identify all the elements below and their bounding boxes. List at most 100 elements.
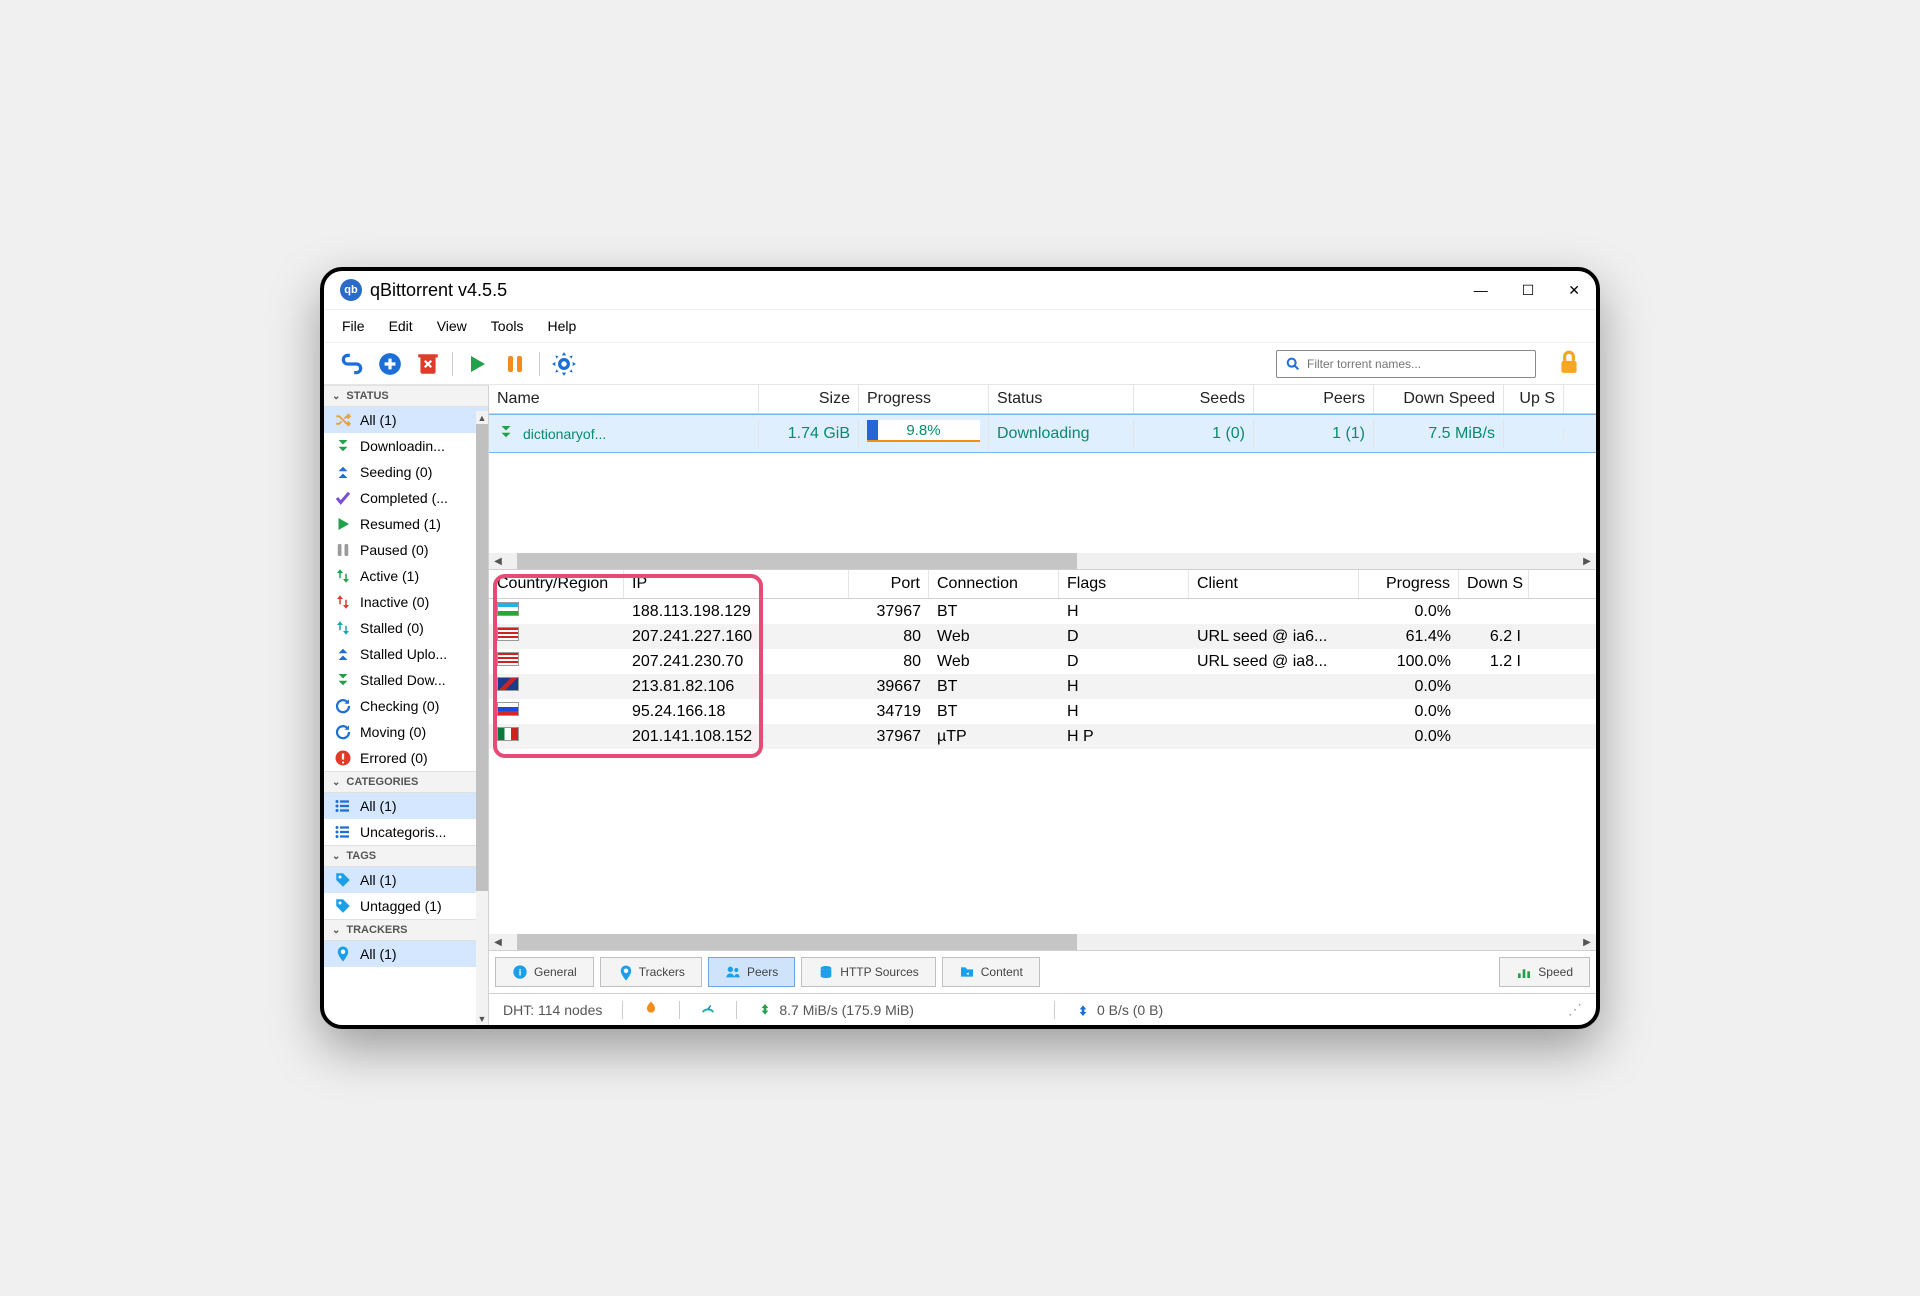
torrents-header[interactable]: NameSizeProgressStatusSeedsPeersDown Spe… <box>489 385 1596 414</box>
sidebar-item[interactable]: Stalled Dow... <box>324 667 488 693</box>
sidebar-item[interactable]: Checking (0) <box>324 693 488 719</box>
peers-hscroll[interactable]: ◀▶ <box>489 934 1596 950</box>
sidebar-item[interactable]: Inactive (0) <box>324 589 488 615</box>
tab-general[interactable]: iGeneral <box>495 957 594 987</box>
sidebar-scrollbar[interactable]: ▲▼ <box>476 411 488 1025</box>
speed-limit-icon[interactable] <box>700 1000 716 1019</box>
detail-tabs: iGeneralTrackersPeersHTTP SourcesContent… <box>489 950 1596 993</box>
menu-file[interactable]: File <box>342 318 365 334</box>
sidebar: ⌄ STATUS All (1) Downloadin...Seeding (0) C… <box>324 385 489 1025</box>
col-header[interactable]: Progress <box>859 385 989 413</box>
add-link-button[interactable] <box>338 350 366 378</box>
tab-speed[interactable]: Speed <box>1499 957 1590 987</box>
col-header[interactable]: Seeds <box>1134 385 1254 413</box>
col-header[interactable]: Size <box>759 385 859 413</box>
section-header-categories[interactable]: ⌄ CATEGORIES <box>324 771 488 793</box>
col-header[interactable]: Flags <box>1059 570 1189 598</box>
play-icon <box>334 515 352 533</box>
resize-grip-icon[interactable]: ⋰ <box>1568 1001 1582 1018</box>
search-box[interactable] <box>1276 350 1536 378</box>
col-header[interactable]: IP <box>624 570 849 598</box>
sidebar-item[interactable]: Untagged (1) <box>324 893 488 919</box>
down-speed-status: 8.7 MiB/s (175.9 MiB) <box>757 1002 914 1018</box>
sidebar-item-label: All (1) <box>360 412 397 428</box>
sidebar-item[interactable]: All (1) <box>324 867 488 893</box>
col-header[interactable]: Client <box>1189 570 1359 598</box>
peer-row[interactable]: 201.141.108.152 37967 µTP H P 0.0% <box>489 724 1596 749</box>
close-button[interactable]: ✕ <box>1568 282 1580 299</box>
statusbar: DHT: 114 nodes 8.7 MiB/s (175.9 MiB) 0 B… <box>489 993 1596 1025</box>
minimize-button[interactable]: — <box>1474 282 1488 299</box>
sidebar-item[interactable]: Completed (... <box>324 485 488 511</box>
menu-edit[interactable]: Edit <box>389 318 413 334</box>
menu-help[interactable]: Help <box>547 318 576 334</box>
tab-peers[interactable]: Peers <box>708 957 795 987</box>
app-window: qb qBittorrent v4.5.5 — ☐ ✕ File Edit View… <box>320 267 1600 1029</box>
sidebar-item[interactable]: Errored (0) <box>324 745 488 771</box>
sidebar-item[interactable]: All (1) <box>324 407 488 433</box>
updown-icon <box>334 567 352 585</box>
section-header-trackers[interactable]: ⌄ TRACKERS <box>324 919 488 941</box>
col-header[interactable]: Status <box>989 385 1134 413</box>
sidebar-item[interactable]: Downloadin... <box>324 433 488 459</box>
sidebar-item-label: Active (1) <box>360 568 419 584</box>
sidebar-item[interactable]: Active (1) <box>324 563 488 589</box>
settings-button[interactable] <box>550 350 578 378</box>
titlebar: qb qBittorrent v4.5.5 — ☐ ✕ <box>324 271 1596 310</box>
peer-row[interactable]: 207.241.227.160 80 Web D URL seed @ ia6.… <box>489 624 1596 649</box>
peer-row[interactable]: 95.24.166.18 34719 BT H 0.0% <box>489 699 1596 724</box>
sidebar-item-label: Checking (0) <box>360 698 439 714</box>
tab-trackers[interactable]: Trackers <box>600 957 702 987</box>
search-icon <box>1285 356 1301 372</box>
sidebar-item[interactable]: Stalled Uplo... <box>324 641 488 667</box>
sidebar-item[interactable]: Paused (0) <box>324 537 488 563</box>
sidebar-item-label: Completed (... <box>360 490 448 506</box>
sidebar-item[interactable]: All (1) <box>324 793 488 819</box>
sidebar-item-label: Paused (0) <box>360 542 428 558</box>
flag-mx-icon <box>497 727 519 741</box>
section-header-status[interactable]: ⌄ STATUS <box>324 385 488 407</box>
resume-button[interactable] <box>463 350 491 378</box>
sidebar-item[interactable]: All (1) <box>324 941 488 967</box>
menu-view[interactable]: View <box>437 318 467 334</box>
torrent-row[interactable]: dictionaryof... 1.74 GiB 9.8% Downloadin… <box>489 414 1596 453</box>
sidebar-item[interactable]: Resumed (1) <box>324 511 488 537</box>
sidebar-item-label: Stalled (0) <box>360 620 424 636</box>
bars-icon <box>1516 964 1532 980</box>
col-header[interactable]: Up S <box>1504 385 1564 413</box>
sidebar-item-label: Resumed (1) <box>360 516 441 532</box>
sidebar-item[interactable]: Stalled (0) <box>324 615 488 641</box>
col-header[interactable]: Progress <box>1359 570 1459 598</box>
torrents-hscroll[interactable]: ◀▶ <box>489 553 1596 569</box>
sidebar-item-label: Uncategoris... <box>360 824 446 840</box>
svg-text:i: i <box>519 967 522 977</box>
down2-icon <box>334 437 352 455</box>
search-input[interactable] <box>1307 357 1527 371</box>
toolbar <box>324 342 1596 385</box>
lock-button[interactable] <box>1556 349 1582 378</box>
col-header[interactable]: Peers <box>1254 385 1374 413</box>
peer-row[interactable]: 213.81.82.106 39667 BT H 0.0% <box>489 674 1596 699</box>
sidebar-item[interactable]: Moving (0) <box>324 719 488 745</box>
peer-row[interactable]: 188.113.198.129 37967 BT H 0.0% <box>489 599 1596 624</box>
col-header[interactable]: Connection <box>929 570 1059 598</box>
add-torrent-button[interactable] <box>376 350 404 378</box>
flag-us-icon <box>497 627 519 641</box>
sidebar-item[interactable]: Uncategoris... <box>324 819 488 845</box>
col-header[interactable]: Down Speed <box>1374 385 1504 413</box>
menu-tools[interactable]: Tools <box>491 318 524 334</box>
maximize-button[interactable]: ☐ <box>1522 282 1535 299</box>
tab-content[interactable]: Content <box>942 957 1040 987</box>
col-header[interactable]: Down S <box>1459 570 1529 598</box>
col-header[interactable]: Port <box>849 570 929 598</box>
section-header-tags[interactable]: ⌄ TAGS <box>324 845 488 867</box>
col-header[interactable]: Country/Region⌄ <box>489 570 624 598</box>
delete-button[interactable] <box>414 350 442 378</box>
peers-header[interactable]: Country/Region⌄IPPortConnectionFlagsClie… <box>489 570 1596 599</box>
tab-http sources[interactable]: HTTP Sources <box>801 957 935 987</box>
sidebar-item[interactable]: Seeding (0) <box>324 459 488 485</box>
col-header[interactable]: Name <box>489 385 759 413</box>
pause-button[interactable] <box>501 350 529 378</box>
updown-icon <box>334 593 352 611</box>
peer-row[interactable]: 207.241.230.70 80 Web D URL seed @ ia8..… <box>489 649 1596 674</box>
